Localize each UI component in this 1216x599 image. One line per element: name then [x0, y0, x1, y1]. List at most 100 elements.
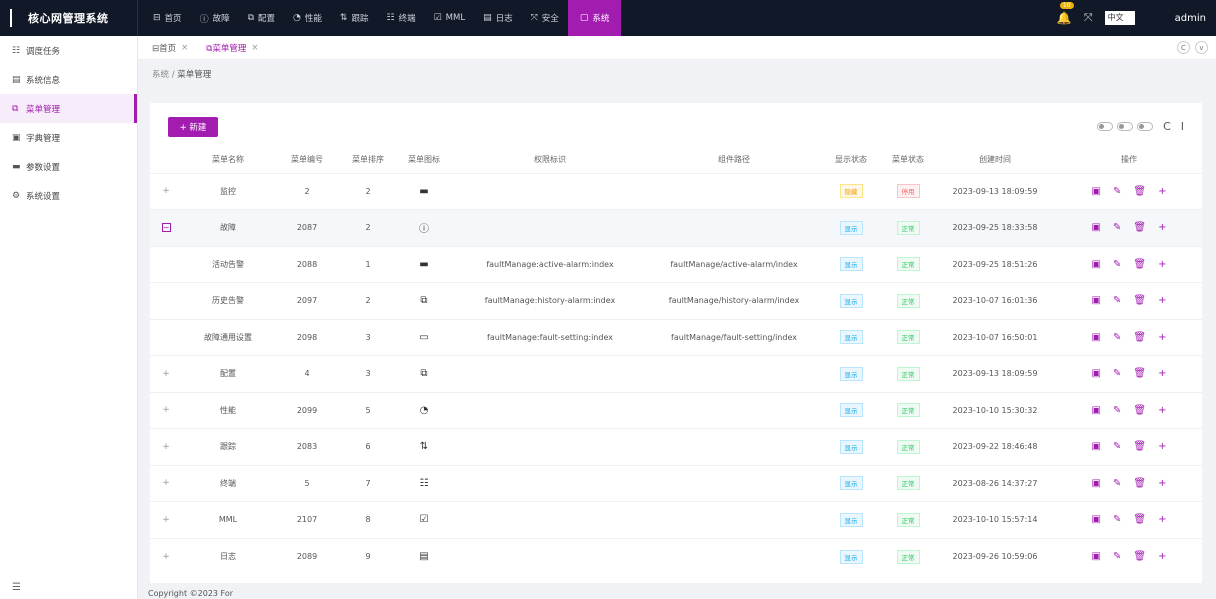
add-icon[interactable]: + [1158, 441, 1166, 452]
table-row[interactable]: + 配置 4 3 ⧉ 显示 正常 2023-09-13 18:09:59 ▣ ✎ 🗑 + [150, 355, 1202, 392]
nav-item[interactable]: ⧉ 配置 [239, 0, 284, 36]
nav-item[interactable]: ⓘ 故障 [191, 0, 239, 36]
add-icon[interactable]: + [1158, 222, 1166, 233]
logo[interactable]: 核心网管理系统 [0, 0, 138, 36]
expand-icon[interactable]: + [162, 552, 170, 562]
delete-icon[interactable]: 🗑 [1133, 332, 1146, 343]
table-row[interactable]: 历史告警 2097 2 ⧉ faultManage:history-alarm:inde… [150, 282, 1202, 319]
toggle-switch[interactable] [1097, 122, 1114, 131]
view-icon[interactable]: ▣ [1092, 405, 1101, 416]
edit-icon[interactable]: ✎ [1113, 295, 1121, 306]
delete-icon[interactable]: 🗑 [1133, 441, 1146, 452]
expand-icon[interactable]: + [162, 405, 170, 415]
edit-icon[interactable]: ✎ [1113, 332, 1121, 343]
refresh-icon[interactable]: C [1163, 120, 1171, 133]
delete-icon[interactable]: 🗑 [1133, 295, 1146, 306]
delete-icon[interactable]: 🗑 [1133, 551, 1146, 562]
expand-icon[interactable]: + [162, 369, 170, 379]
add-icon[interactable]: + [1158, 551, 1166, 562]
table-row[interactable]: + 跟踪 2083 6 ⇅ 显示 正常 2023-09-22 18:46:48 ▣ ✎ 🗑 + [150, 428, 1202, 465]
view-icon[interactable]: ▣ [1092, 368, 1101, 379]
view-icon[interactable]: ▣ [1092, 551, 1101, 562]
breadcrumb-parent[interactable]: 系统 [152, 70, 169, 80]
nav-item[interactable]: ☑ MML [425, 0, 474, 36]
view-icon[interactable]: ▣ [1092, 332, 1101, 343]
user-menu[interactable]: admin [1175, 13, 1206, 24]
toggle-switch[interactable] [1117, 122, 1134, 131]
sidebar-item[interactable]: ☷ 调度任务 [0, 36, 137, 65]
add-icon[interactable]: + [1158, 478, 1166, 489]
add-icon[interactable]: + [1158, 405, 1166, 416]
tab-menu-management[interactable]: ⧉菜单管理 × [206, 42, 258, 54]
fullscreen-icon[interactable]: ⤧ [1084, 11, 1093, 25]
delete-icon[interactable]: 🗑 [1133, 405, 1146, 416]
collapse-icon[interactable]: − [161, 223, 171, 233]
add-icon[interactable]: + [1158, 514, 1166, 525]
bell-icon[interactable]: 🔔 10 [1057, 2, 1074, 25]
menu-name: 活动告警 [182, 245, 274, 283]
nav-item[interactable]: ▤ 日志 [474, 0, 522, 36]
nav-item[interactable]: ⤧ 安全 [522, 0, 568, 36]
sidebar-item[interactable]: ▬ 参数设置 [0, 152, 137, 181]
view-icon[interactable]: ▣ [1092, 295, 1101, 306]
nav-item[interactable]: ☷ 终端 [377, 0, 424, 36]
chevron-down-icon[interactable]: v [1195, 41, 1208, 54]
view-icon[interactable]: ▣ [1092, 186, 1101, 197]
table-row[interactable]: + 性能 2099 5 ◔ 显示 正常 2023-10-10 15:30:32 ▣ ✎ 🗑 + [150, 391, 1202, 429]
table-row[interactable]: + 监控 2 2 ▬ 隐藏 停用 2023-09-13 18:09:59 ▣ ✎ 🗑 + [150, 172, 1202, 210]
sidebar-item[interactable]: ▤ 系统信息 [0, 65, 137, 94]
column-height-icon[interactable]: I [1181, 120, 1184, 133]
delete-icon[interactable]: 🗑 [1133, 514, 1146, 525]
delete-icon[interactable]: 🗑 [1133, 186, 1146, 197]
table-row[interactable]: 故障通用设置 2098 3 ▭ faultManage:fault-setting:in… [150, 318, 1202, 356]
edit-icon[interactable]: ✎ [1113, 514, 1121, 525]
table-row[interactable]: − 故障 2087 2 ⓘ 显示 正常 2023-09-25 18:33:58 ▣ ✎ 🗑 + [150, 209, 1202, 246]
expand-icon[interactable]: + [162, 515, 170, 525]
edit-icon[interactable]: ✎ [1113, 222, 1121, 233]
table-row[interactable]: + MML 2107 8 ☑ 显示 正常 2023-10-10 15:57:14 ▣ ✎ 🗑 + [150, 501, 1202, 538]
view-icon[interactable]: ▣ [1092, 259, 1101, 270]
nav-item[interactable]: ⊟ 首页 [144, 0, 191, 36]
edit-icon[interactable]: ✎ [1113, 405, 1121, 416]
nav-item[interactable]: ▢ 系统 [567, 0, 622, 36]
view-icon[interactable]: ▣ [1092, 222, 1101, 233]
table-row[interactable]: + 终端 5 7 ☷ 显示 正常 2023-08-26 14:37:27 ▣ ✎ 🗑 + [150, 464, 1202, 502]
delete-icon[interactable]: 🗑 [1133, 478, 1146, 489]
table-row[interactable]: + 日志 2089 9 ▤ 显示 正常 2023-09-26 10:59:06 ▣ ✎ 🗑 + [150, 537, 1202, 575]
delete-icon[interactable]: 🗑 [1133, 222, 1146, 233]
table-row[interactable]: 活动告警 2088 1 ▬ faultManage:active-alarm:index… [150, 245, 1202, 283]
sidebar-item[interactable]: ⚙ 系统设置 [0, 181, 137, 210]
close-icon[interactable]: × [251, 43, 258, 53]
add-icon[interactable]: + [1158, 368, 1166, 379]
view-icon[interactable]: ▣ [1092, 441, 1101, 452]
sidebar-item[interactable]: ▣ 字典管理 [0, 123, 137, 152]
close-icon[interactable]: × [181, 43, 188, 53]
nav-item[interactable]: ⇅ 跟踪 [331, 0, 378, 36]
expand-icon[interactable]: + [162, 186, 170, 196]
expand-icon[interactable]: + [162, 442, 170, 452]
edit-icon[interactable]: ✎ [1113, 368, 1121, 379]
add-icon[interactable]: + [1158, 332, 1166, 343]
delete-icon[interactable]: 🗑 [1133, 259, 1146, 270]
add-icon[interactable]: + [1158, 186, 1166, 197]
language-select[interactable]: 中文 [1104, 11, 1135, 25]
refresh-tab-icon[interactable]: C [1177, 41, 1190, 54]
view-icon[interactable]: ▣ [1092, 514, 1101, 525]
new-button[interactable]: + 新建 [168, 117, 218, 137]
view-icon[interactable]: ▣ [1092, 478, 1101, 489]
edit-icon[interactable]: ✎ [1113, 259, 1121, 270]
add-icon[interactable]: + [1158, 259, 1166, 270]
toggle-switch[interactable] [1137, 122, 1154, 131]
collapse-menu-icon[interactable]: ☰ [12, 582, 21, 593]
tab-home[interactable]: ⊟首页 × [152, 42, 188, 54]
edit-icon[interactable]: ✎ [1113, 551, 1121, 562]
delete-icon[interactable]: 🗑 [1133, 368, 1146, 379]
nav-item[interactable]: ◔ 性能 [284, 0, 331, 36]
expand-icon[interactable]: + [162, 478, 170, 488]
sidebar-item[interactable]: ⧉ 菜单管理 [0, 94, 137, 123]
edit-icon[interactable]: ✎ [1113, 186, 1121, 197]
top-bar: 核心网管理系统 ⊟ 首页 ⓘ 故障 ⧉ 配置 ◔ 性能 ⇅ 跟踪 ☷ 终端 ☑ MML ▤ 日志 ⤧ 安全 ▢ 系统 … [0, 0, 1216, 36]
edit-icon[interactable]: ✎ [1113, 478, 1121, 489]
add-icon[interactable]: + [1158, 295, 1166, 306]
edit-icon[interactable]: ✎ [1113, 441, 1121, 452]
